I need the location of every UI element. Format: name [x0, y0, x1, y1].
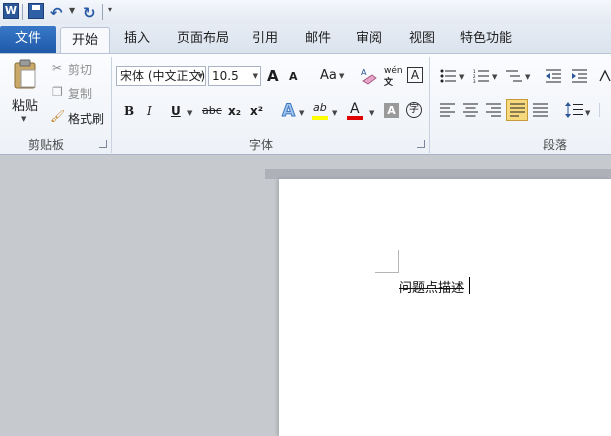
line-spacing-icon[interactable]: [565, 101, 583, 122]
shrink-font-icon[interactable]: A: [289, 70, 298, 83]
document-text[interactable]: 问题点描述: [399, 277, 464, 296]
font-group-label: 字体: [249, 138, 274, 152]
format-painter-button[interactable]: 格式刷: [68, 110, 104, 127]
watermark-url: jingyan.baidu.com: [478, 404, 562, 414]
chinese-layout-icon[interactable]: [599, 69, 611, 86]
margin-corner-mark: [375, 250, 399, 273]
tab-file[interactable]: 文件: [0, 26, 56, 53]
enclose-characters-icon[interactable]: 字: [406, 102, 422, 118]
subscript-button[interactable]: x₂: [228, 104, 241, 118]
tab-features[interactable]: 特色功能: [460, 27, 512, 53]
cut-icon[interactable]: ✂: [52, 61, 62, 75]
customize-toolbar-icon[interactable]: ▾: [108, 5, 112, 14]
copy-button[interactable]: 复制: [68, 85, 92, 102]
change-case-icon[interactable]: Aa: [320, 68, 337, 83]
grow-font-icon[interactable]: A: [267, 67, 279, 85]
decrease-indent-icon[interactable]: [546, 69, 561, 86]
character-shading-icon[interactable]: A: [384, 103, 399, 118]
paste-button[interactable]: 粘贴: [12, 95, 38, 114]
clear-formatting-icon[interactable]: A: [360, 65, 378, 85]
distributed-align-icon[interactable]: [533, 103, 548, 120]
strikethrough-button[interactable]: abc: [202, 104, 222, 117]
text-effects-dropdown-icon[interactable]: ▼: [299, 109, 304, 117]
save-icon[interactable]: [28, 3, 44, 19]
group-separator: [429, 57, 430, 153]
highlight-color-bar: [312, 116, 328, 120]
tab-mailings[interactable]: 邮件: [305, 27, 331, 53]
copy-icon[interactable]: ❐: [52, 85, 63, 99]
undo-dropdown-icon[interactable]: ▼: [69, 6, 75, 15]
clipboard-group-label: 剪贴板: [28, 138, 65, 152]
justify-button[interactable]: [506, 99, 528, 121]
toolbar-separator: [102, 4, 103, 20]
align-left-icon[interactable]: [440, 103, 455, 120]
italic-button[interactable]: I: [147, 104, 152, 118]
font-name-combo[interactable]: 宋体 (中文正文) ▼: [116, 66, 206, 86]
chevron-down-icon[interactable]: ▼: [253, 67, 258, 85]
chevron-down-icon[interactable]: ▼: [198, 67, 203, 85]
paragraph-group-label: 段落: [543, 138, 568, 152]
page-top-shadow: [265, 169, 611, 179]
tab-view[interactable]: 视图: [409, 27, 435, 53]
highlight-dropdown-icon[interactable]: ▼: [332, 109, 337, 117]
toolbar-separator: [22, 4, 23, 20]
cut-button[interactable]: 剪切: [68, 61, 92, 78]
align-right-icon[interactable]: [486, 103, 501, 120]
tab-insert[interactable]: 插入: [124, 27, 150, 53]
quick-access-toolbar: W ↶ ▼ ↻ ▾: [0, 0, 611, 24]
numbering-icon[interactable]: 123: [473, 69, 489, 86]
word-app-icon[interactable]: W: [3, 3, 19, 19]
change-case-dropdown-icon[interactable]: ▼: [339, 72, 344, 80]
shading-icon[interactable]: [599, 103, 611, 117]
paste-icon[interactable]: [12, 58, 38, 90]
bullets-dropdown-icon[interactable]: ▼: [459, 73, 464, 81]
font-size-value: 10.5: [212, 69, 239, 83]
justify-icon: [510, 103, 525, 117]
bold-button[interactable]: B: [124, 104, 134, 118]
increase-indent-icon[interactable]: [572, 69, 587, 86]
multilevel-list-dropdown-icon[interactable]: ▼: [525, 73, 530, 81]
paste-dropdown-icon[interactable]: ▼: [21, 115, 26, 123]
font-name-value: 宋体 (中文正文): [120, 69, 206, 83]
phonetic-guide-char-icon: 文: [384, 78, 394, 88]
line-spacing-dropdown-icon[interactable]: ▼: [585, 109, 590, 117]
clipboard-dialog-launcher-icon[interactable]: [99, 140, 107, 148]
tab-home[interactable]: 开始: [60, 27, 110, 54]
redo-icon[interactable]: ↻: [83, 4, 96, 22]
numbering-dropdown-icon[interactable]: ▼: [492, 73, 497, 81]
superscript-button[interactable]: x²: [250, 104, 263, 118]
watermark-logo: Bai 经验: [465, 376, 548, 400]
font-color-dropdown-icon[interactable]: ▼: [369, 109, 374, 117]
document-page[interactable]: [279, 179, 611, 436]
font-size-combo[interactable]: 10.5 ▼: [208, 66, 261, 86]
text-effects-icon[interactable]: A: [281, 101, 295, 122]
font-dialog-launcher-icon[interactable]: [417, 140, 425, 148]
underline-button[interactable]: U: [171, 104, 181, 118]
tab-review[interactable]: 审阅: [356, 27, 382, 53]
font-color-bar: [347, 116, 363, 120]
group-separator: [111, 57, 112, 153]
multilevel-list-icon[interactable]: [506, 69, 522, 86]
align-center-icon[interactable]: [463, 103, 478, 120]
text-cursor: [469, 277, 470, 294]
highlight-icon[interactable]: ab: [313, 101, 327, 114]
tab-page-layout[interactable]: 页面布局: [177, 27, 229, 53]
format-painter-icon[interactable]: 🖌: [50, 109, 65, 123]
svg-text:A: A: [361, 68, 367, 77]
underline-dropdown-icon[interactable]: ▼: [187, 109, 192, 117]
bullets-icon[interactable]: [440, 69, 456, 86]
tab-references[interactable]: 引用: [252, 27, 278, 53]
character-border-icon[interactable]: A: [407, 67, 423, 83]
svg-text:3: 3: [473, 79, 476, 83]
font-color-icon[interactable]: A: [350, 101, 360, 117]
undo-icon[interactable]: ↶: [50, 4, 63, 22]
